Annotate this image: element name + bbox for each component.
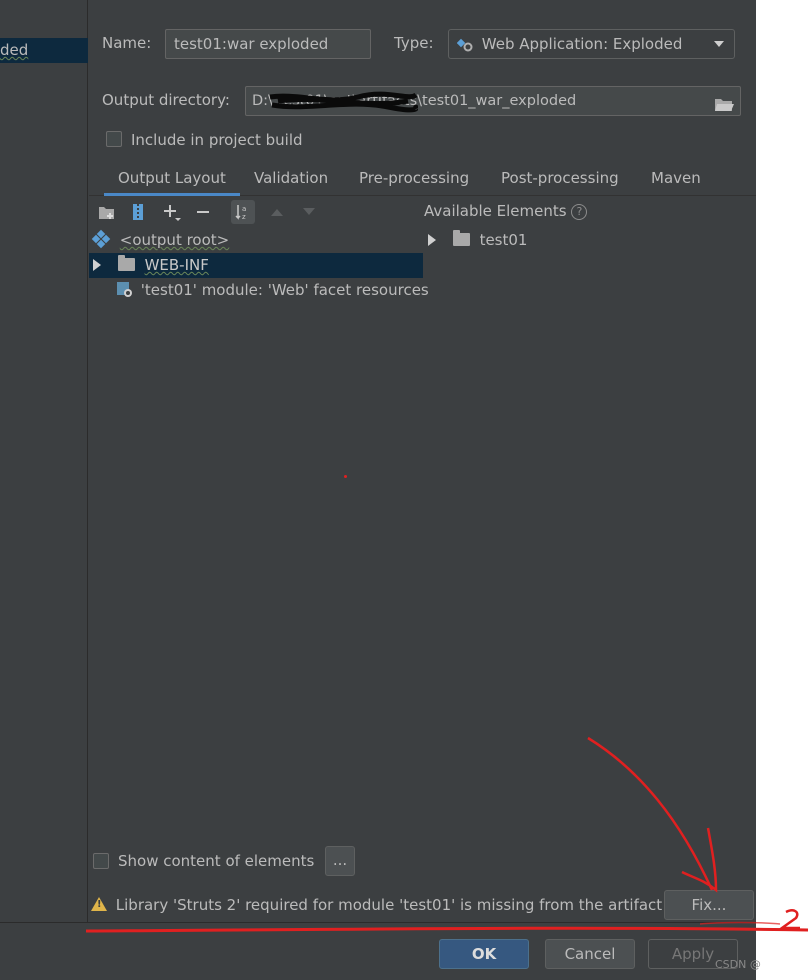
type-select[interactable]: Web Application: Exploded bbox=[448, 29, 735, 59]
web-facet-icon bbox=[116, 281, 133, 298]
module-folder-icon bbox=[452, 230, 470, 246]
tree-row-facet-resources[interactable]: 'test01' module: 'Web' facet resources bbox=[89, 278, 429, 303]
fix-button[interactable]: Fix... bbox=[664, 890, 754, 920]
available-elements-label: Available Elements bbox=[424, 202, 567, 220]
web-inf-label: WEB-INF bbox=[144, 256, 209, 274]
dialog-button-bar: OK Cancel Apply bbox=[0, 922, 756, 980]
move-up-icon[interactable] bbox=[265, 200, 289, 224]
output-directory-input[interactable]: D:\ test01\out\artifacts\test01_war_expl… bbox=[245, 86, 741, 116]
tab-bar: Output Layout Validation Pre-processing … bbox=[89, 162, 756, 196]
ok-button[interactable]: OK bbox=[439, 939, 529, 969]
name-input[interactable]: test01:war exploded bbox=[165, 29, 371, 59]
folder-open-icon[interactable] bbox=[714, 94, 734, 115]
include-in-build-label: Include in project build bbox=[131, 131, 303, 149]
tab-maven[interactable]: Maven bbox=[651, 162, 701, 196]
include-in-build-checkbox[interactable] bbox=[106, 131, 122, 147]
artifact-dialog: ded Name: test01:war exploded Type: Web … bbox=[0, 0, 756, 980]
warning-icon bbox=[91, 897, 107, 911]
sort-icon[interactable]: az bbox=[231, 200, 255, 224]
expand-arrow-icon[interactable] bbox=[428, 234, 436, 246]
tab-post-processing[interactable]: Post-processing bbox=[501, 162, 619, 196]
warning-text: Library 'Struts 2' required for module '… bbox=[115, 896, 663, 914]
cancel-button[interactable]: Cancel bbox=[545, 939, 635, 969]
output-directory-label: Output directory: bbox=[102, 91, 230, 109]
svg-text:a: a bbox=[242, 205, 246, 213]
layout-toolbar: az bbox=[89, 197, 423, 227]
svg-text:z: z bbox=[242, 213, 246, 221]
name-label: Name: bbox=[102, 34, 152, 52]
tab-validation[interactable]: Validation bbox=[254, 162, 328, 196]
stray-dot bbox=[344, 475, 347, 478]
redaction-scribble bbox=[268, 91, 419, 113]
new-folder-icon[interactable] bbox=[95, 200, 119, 224]
type-select-value: Web Application: Exploded bbox=[481, 35, 683, 53]
web-app-icon bbox=[456, 33, 473, 52]
output-root-icon bbox=[91, 229, 111, 249]
tab-output-layout[interactable]: Output Layout bbox=[104, 162, 240, 196]
available-item-test01[interactable]: test01 bbox=[428, 228, 748, 253]
expand-arrow-icon[interactable] bbox=[93, 259, 101, 271]
add-icon[interactable] bbox=[159, 200, 183, 224]
available-elements-title: Available Elements ? bbox=[424, 202, 588, 220]
show-content-checkbox[interactable] bbox=[93, 853, 109, 869]
missing-library-warning: Library 'Struts 2' required for module '… bbox=[91, 896, 662, 914]
output-root-label: <output root> bbox=[119, 231, 230, 249]
move-down-icon[interactable] bbox=[297, 200, 321, 224]
tree-row-output-root[interactable]: <output root> bbox=[89, 228, 423, 253]
watermark: CSDN @ bbox=[715, 958, 761, 971]
archive-icon[interactable] bbox=[126, 200, 150, 224]
ellipsis-button[interactable]: ... bbox=[325, 846, 355, 876]
show-content-label: Show content of elements bbox=[118, 852, 315, 870]
tree-row-web-inf[interactable]: WEB-INF bbox=[89, 253, 423, 278]
type-label: Type: bbox=[394, 34, 434, 52]
artifact-list-item[interactable]: ded bbox=[0, 38, 88, 63]
available-item-label: test01 bbox=[479, 231, 528, 249]
chevron-down-icon bbox=[714, 41, 724, 47]
facet-resources-label: 'test01' module: 'Web' facet resources bbox=[140, 281, 429, 299]
help-icon[interactable]: ? bbox=[571, 204, 588, 220]
tab-pre-processing[interactable]: Pre-processing bbox=[359, 162, 469, 196]
artifact-list-panel: ded bbox=[0, 0, 88, 922]
folder-icon bbox=[117, 255, 135, 271]
remove-icon[interactable] bbox=[191, 200, 215, 224]
